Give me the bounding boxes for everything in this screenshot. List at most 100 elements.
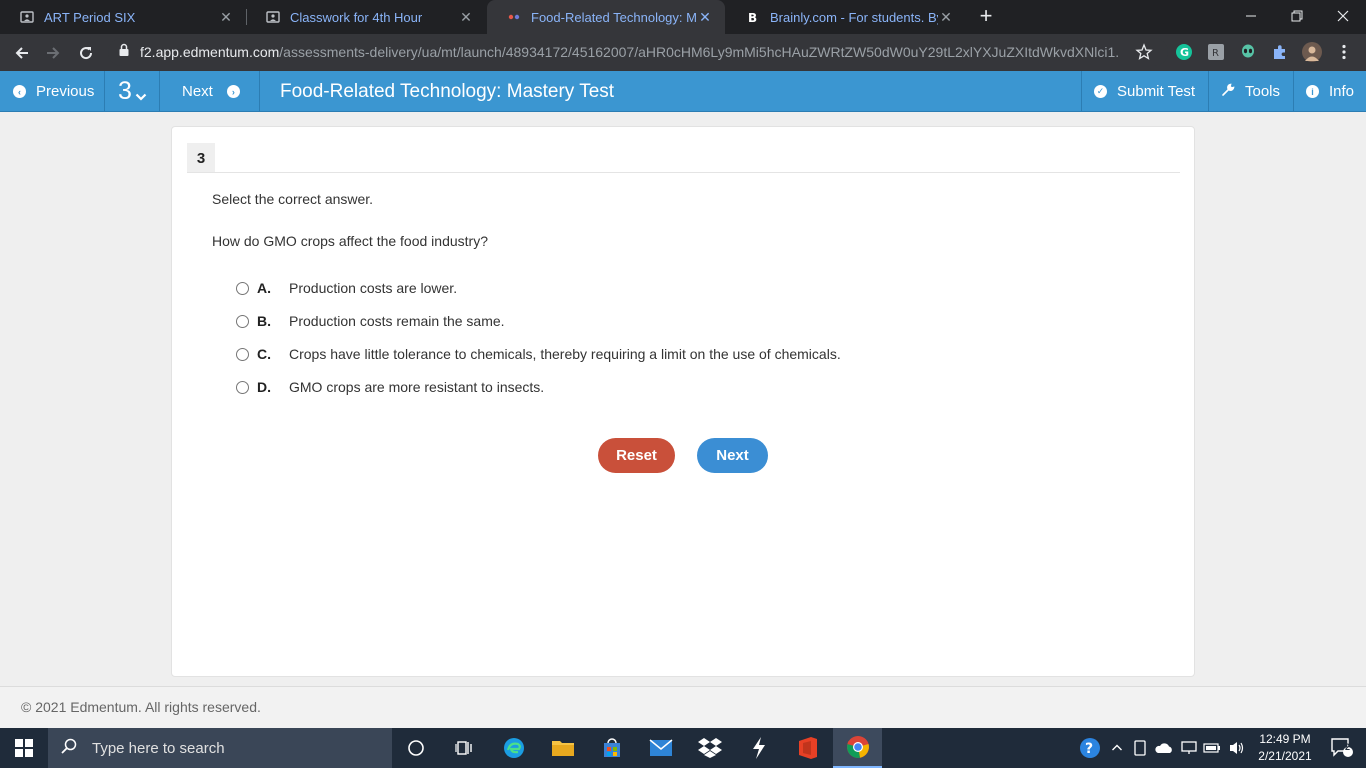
page-title: Food-Related Technology: Mastery Test (280, 80, 615, 102)
grammarly-extension-icon[interactable]: G (1174, 42, 1194, 62)
check-circle-icon: ✓ (1094, 85, 1107, 98)
back-arrow-icon[interactable] (9, 40, 35, 66)
file-explorer-icon[interactable] (539, 728, 587, 768)
answer-option-c[interactable]: C. Crops have little tolerance to chemic… (236, 344, 841, 364)
answer-option-b[interactable]: B. Production costs remain the same. (236, 311, 505, 331)
info-label: Info (1329, 83, 1355, 100)
onedrive-cloud-icon[interactable] (1153, 728, 1175, 768)
network-icon[interactable] (1179, 728, 1199, 768)
restore-window-icon[interactable] (1274, 0, 1320, 32)
device-icon[interactable] (1131, 728, 1149, 768)
divider (187, 172, 1180, 173)
header-divider (259, 71, 260, 112)
submit-test-label: Submit Test (1117, 83, 1196, 100)
extensions-puzzle-icon[interactable] (1270, 42, 1290, 62)
info-button[interactable]: i Info (1294, 71, 1366, 112)
reset-button[interactable]: Reset (598, 438, 675, 473)
chrome-taskbar-icon[interactable] (833, 728, 882, 768)
svg-text:?: ? (1085, 741, 1093, 757)
close-tab-icon[interactable]: ✕ (938, 9, 954, 25)
tab-title: Classwork for 4th Hour (290, 9, 423, 25)
question-number-dropdown[interactable]: 3 (105, 71, 159, 112)
mail-icon[interactable] (637, 728, 685, 768)
address-bar[interactable]: f2.app.edmentum.com/assessments-delivery… (108, 38, 1168, 66)
battery-icon[interactable] (1202, 728, 1222, 768)
next-button[interactable]: Next (697, 438, 768, 473)
brainly-favicon-icon: B (746, 10, 760, 24)
tools-button[interactable]: Tools (1209, 71, 1293, 112)
clock-time: 12:49 PM (1259, 732, 1311, 746)
option-letter: D. (257, 379, 271, 395)
dropbox-icon[interactable] (686, 728, 734, 768)
previous-button[interactable]: ‹ Previous (0, 71, 104, 112)
question-card: 3 Select the correct answer. How do GMO … (171, 126, 1195, 677)
profile-avatar-icon[interactable] (1302, 42, 1322, 62)
lock-icon (118, 43, 130, 62)
edmentum-favicon-icon (507, 10, 521, 24)
answer-option-d[interactable]: D. GMO crops are more resistant to insec… (236, 377, 544, 397)
close-tab-icon[interactable]: ✕ (697, 9, 713, 25)
wrench-icon (1221, 83, 1235, 101)
alien-extension-icon[interactable] (1238, 42, 1258, 62)
tab-title: Food-Related Technology: Maste (531, 9, 697, 25)
header-next-label: Next (182, 83, 213, 100)
classroom-icon (266, 10, 280, 24)
action-center-icon[interactable]: 2 (1318, 728, 1366, 768)
svg-text:B: B (748, 11, 757, 24)
close-tab-icon[interactable]: ✕ (218, 9, 234, 25)
browser-toolbar: f2.app.edmentum.com/assessments-delivery… (0, 34, 1366, 71)
tab-title: Brainly.com - For students. By stu (770, 9, 938, 25)
lightning-app-icon[interactable] (735, 728, 783, 768)
close-tab-icon[interactable]: ✕ (458, 9, 474, 25)
url-text: f2.app.edmentum.com/assessments-delivery… (140, 44, 1120, 60)
taskbar-clock[interactable]: 12:49 PM 2/21/2021 (1252, 731, 1318, 765)
option-letter: A. (257, 280, 271, 296)
option-text: GMO crops are more resistant to insects. (289, 379, 545, 395)
taskbar-search-box[interactable]: Type here to search (48, 728, 392, 768)
windows-start-icon[interactable] (0, 728, 48, 768)
chevron-up-icon[interactable] (1108, 728, 1126, 768)
previous-label: Previous (36, 83, 95, 100)
answer-option-a[interactable]: A. Production costs are lower. (236, 278, 457, 298)
volume-icon[interactable] (1226, 728, 1248, 768)
option-letter: B. (257, 313, 271, 329)
chevron-down-icon (135, 80, 147, 109)
reload-icon[interactable] (73, 40, 99, 66)
arrow-right-circle-icon: › (226, 85, 240, 98)
tab-title: ART Period SIX (44, 9, 136, 25)
browser-menu-icon[interactable] (1334, 42, 1354, 62)
browser-tab-food-tech[interactable]: Food-Related Technology: Maste ✕ (487, 0, 725, 34)
submit-test-button[interactable]: ✓ Submit Test (1082, 71, 1208, 112)
option-text: Production costs are lower. (289, 280, 458, 296)
search-icon (60, 737, 78, 759)
cortana-icon[interactable] (392, 728, 440, 768)
info-circle-icon: i (1306, 85, 1319, 98)
radio-button[interactable] (236, 380, 249, 394)
minimize-window-icon[interactable] (1228, 0, 1274, 32)
browser-tab-classwork[interactable]: Classwork for 4th Hour ✕ (246, 0, 486, 34)
svg-text:G: G (1180, 46, 1189, 59)
help-question-icon[interactable]: ? (1077, 728, 1103, 768)
browser-tab-art[interactable]: ART Period SIX ✕ (0, 0, 246, 34)
question-text: How do GMO crops affect the food industr… (212, 233, 488, 249)
close-window-icon[interactable] (1320, 0, 1366, 32)
office-icon[interactable] (784, 728, 832, 768)
forward-arrow-icon[interactable] (40, 40, 66, 66)
edge-browser-icon[interactable] (490, 728, 538, 768)
question-number-badge: 3 (187, 143, 215, 173)
radio-button[interactable] (236, 347, 249, 361)
question-instruction: Select the correct answer. (212, 191, 374, 207)
question-number: 3 (118, 77, 132, 105)
browser-tab-brainly[interactable]: B Brainly.com - For students. By stu ✕ (726, 0, 966, 34)
bookmark-star-icon[interactable] (1134, 42, 1154, 62)
task-view-icon[interactable] (440, 728, 488, 768)
assessment-header: ‹ Previous 3 Next › Food-Related Technol… (0, 71, 1366, 112)
option-letter: C. (257, 346, 271, 362)
microsoft-store-icon[interactable] (588, 728, 636, 768)
header-next-button[interactable]: Next › (160, 71, 259, 112)
radio-button[interactable] (236, 281, 249, 295)
extension-icon[interactable]: R (1206, 42, 1226, 62)
radio-button[interactable] (236, 314, 249, 328)
page-footer: © 2021 Edmentum. All rights reserved. (0, 686, 1366, 728)
new-tab-button[interactable]: + (974, 5, 998, 29)
